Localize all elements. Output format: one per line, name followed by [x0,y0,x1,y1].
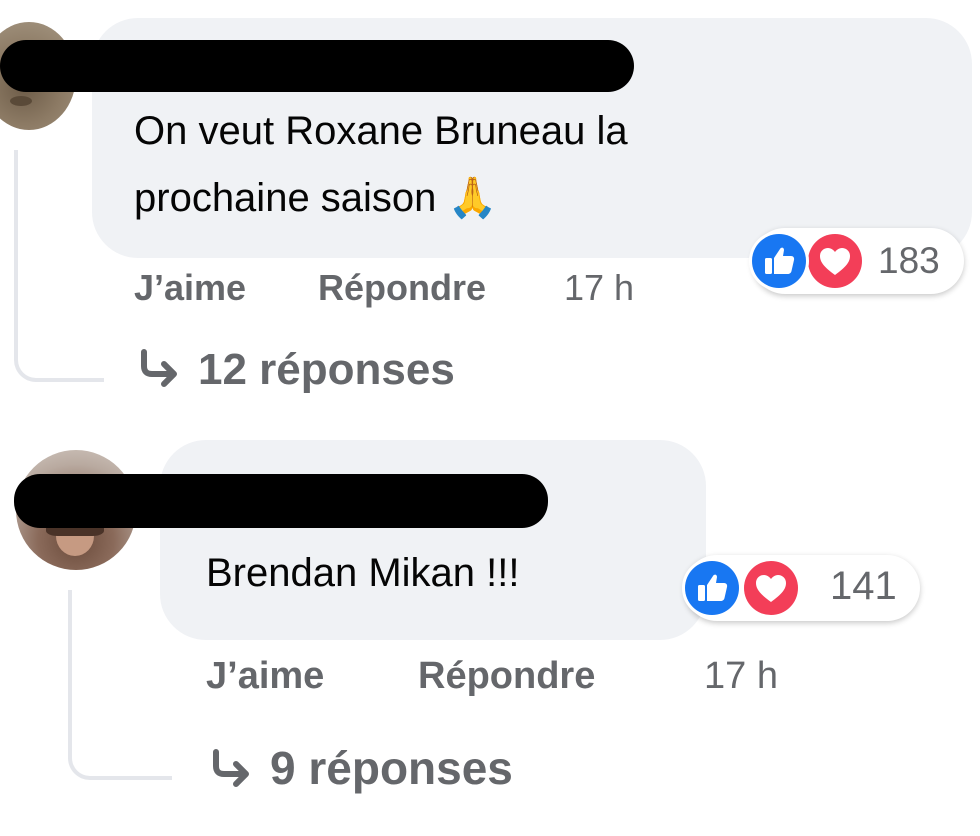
thread-line [14,150,104,382]
reaction-summary[interactable]: 183 [749,228,964,294]
like-button[interactable]: J’aime [134,266,246,310]
reaction-count: 141 [830,564,897,608]
redacted-author-name [14,474,548,528]
love-reaction-icon [741,558,801,618]
reaction-count: 183 [878,240,940,281]
timestamp[interactable]: 17 h [564,266,634,310]
view-replies-link[interactable]: 12 réponses [138,344,455,396]
comment-text-line: prochaine saison 🙏 [134,176,498,220]
comment-text-line: On veut Roxane Bruneau la [134,109,628,153]
redacted-author-name [0,40,634,92]
praying-hands-emoji: 🙏 [447,176,498,220]
thread-line [68,590,172,780]
reaction-summary[interactable]: 141 [682,555,920,621]
comment-bubble [160,440,706,640]
replies-count-label: 9 réponses [270,742,513,794]
reply-button[interactable]: Répondre [318,266,486,310]
view-replies-link[interactable]: 9 réponses [210,742,513,794]
comment-text: Brendan Mikan !!! [206,551,520,595]
replies-count-label: 12 réponses [198,345,455,394]
like-reaction-icon [682,558,742,618]
love-reaction-icon [805,231,865,291]
like-reaction-icon [749,231,809,291]
like-button[interactable]: J’aime [206,654,324,698]
reply-arrow-icon [141,349,177,387]
reply-arrow-icon [213,749,249,787]
reply-button[interactable]: Répondre [418,654,595,698]
timestamp[interactable]: 17 h [704,654,778,698]
